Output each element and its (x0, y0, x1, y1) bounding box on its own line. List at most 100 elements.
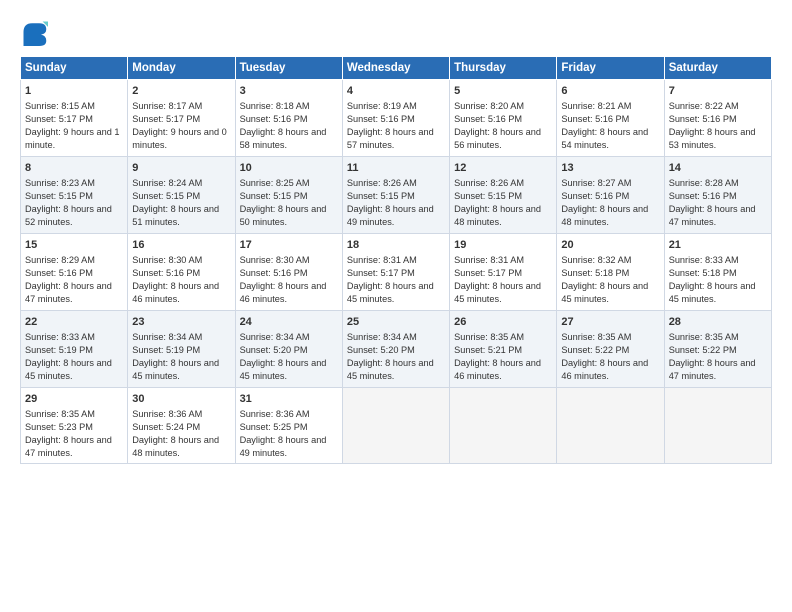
cell-week1-saturday: 7Sunrise: 8:22 AM Sunset: 5:16 PM Daylig… (664, 80, 771, 157)
day-number: 15 (25, 238, 123, 253)
cell-week1-sunday: 1Sunrise: 8:15 AM Sunset: 5:17 PM Daylig… (21, 80, 128, 157)
day-info: Daylight: 8 hours (669, 281, 738, 291)
day-info: Sunrise: 8:32 AM (561, 255, 631, 265)
day-number: 14 (669, 161, 767, 176)
day-number: 28 (669, 315, 767, 330)
day-info: Sunset: 5:16 PM (669, 114, 737, 124)
day-info: Sunset: 5:19 PM (25, 345, 93, 355)
day-number: 17 (240, 238, 338, 253)
day-info: Daylight: 9 hours (25, 127, 94, 137)
day-info: Sunrise: 8:30 AM (240, 255, 310, 265)
day-info: Sunrise: 8:36 AM (240, 409, 310, 419)
day-info: Daylight: 8 hours (454, 281, 523, 291)
day-info: Sunrise: 8:31 AM (347, 255, 417, 265)
day-info: Sunrise: 8:35 AM (25, 409, 95, 419)
day-info: Daylight: 8 hours (347, 204, 416, 214)
day-info: Daylight: 8 hours (240, 281, 309, 291)
day-info: Sunset: 5:21 PM (454, 345, 522, 355)
day-info: Daylight: 8 hours (240, 127, 309, 137)
day-info: Sunrise: 8:18 AM (240, 101, 310, 111)
day-info: Sunset: 5:25 PM (240, 422, 308, 432)
day-info: Sunset: 5:16 PM (240, 268, 308, 278)
cell-week2-wednesday: 11Sunrise: 8:26 AM Sunset: 5:15 PM Dayli… (342, 156, 449, 233)
day-info: Daylight: 8 hours (25, 281, 94, 291)
day-info: Sunset: 5:23 PM (25, 422, 93, 432)
day-info: Sunset: 5:24 PM (132, 422, 200, 432)
day-info: Daylight: 8 hours (669, 204, 738, 214)
cell-week4-sunday: 22Sunrise: 8:33 AM Sunset: 5:19 PM Dayli… (21, 310, 128, 387)
day-info: Daylight: 8 hours (454, 204, 523, 214)
cell-week5-friday (557, 387, 664, 464)
col-header-thursday: Thursday (450, 57, 557, 80)
day-info: Sunset: 5:19 PM (132, 345, 200, 355)
day-info: Daylight: 8 hours (669, 127, 738, 137)
day-info: Sunset: 5:16 PM (561, 191, 629, 201)
cell-week3-tuesday: 17 Sunrise: 8:30 AM Sunset: 5:16 PM Dayli… (235, 233, 342, 310)
day-info: Daylight: 8 hours (132, 435, 201, 445)
day-info: Daylight: 8 hours (25, 358, 94, 368)
cell-week5-wednesday (342, 387, 449, 464)
calendar-table: SundayMondayTuesdayWednesdayThursdayFrid… (20, 56, 772, 464)
cell-week4-friday: 27Sunrise: 8:35 AM Sunset: 5:22 PM Dayli… (557, 310, 664, 387)
day-info: Daylight: 8 hours (454, 358, 523, 368)
day-info: Sunset: 5:20 PM (240, 345, 308, 355)
day-info: Sunset: 5:18 PM (561, 268, 629, 278)
day-number: 21 (669, 238, 767, 253)
calendar-body: 1Sunrise: 8:15 AM Sunset: 5:17 PM Daylig… (21, 80, 772, 464)
cell-week5-tuesday: 31Sunrise: 8:36 AM Sunset: 5:25 PM Dayli… (235, 387, 342, 464)
day-info: Sunrise: 8:22 AM (669, 101, 739, 111)
cell-week2-thursday: 12 Sunrise: 8:26 AM Sunset: 5:15 PM Dayli… (450, 156, 557, 233)
day-number: 2 (132, 84, 230, 99)
day-info: Sunset: 5:17 PM (347, 268, 415, 278)
day-info: Sunrise: 8:19 AM (347, 101, 417, 111)
day-info: Sunrise: 8:27 AM (561, 178, 631, 188)
cell-week4-thursday: 26Sunrise: 8:35 AM Sunset: 5:21 PM Dayli… (450, 310, 557, 387)
day-number: 8 (25, 161, 123, 176)
day-info: Daylight: 8 hours (347, 281, 416, 291)
day-info: Daylight: 8 hours (240, 358, 309, 368)
col-header-friday: Friday (557, 57, 664, 80)
day-info: Daylight: 8 hours (561, 127, 630, 137)
day-number: 1 (25, 84, 123, 99)
day-info: Sunrise: 8:28 AM (669, 178, 739, 188)
day-info: Sunrise: 8:34 AM (240, 332, 310, 342)
day-info: Sunset: 5:17 PM (25, 114, 93, 124)
day-number: 20 (561, 238, 659, 253)
cell-week2-saturday: 14 Sunrise: 8:28 AM Sunset: 5:16 PM Dayli… (664, 156, 771, 233)
col-header-sunday: Sunday (21, 57, 128, 80)
week-row-3: 15Sunrise: 8:29 AM Sunset: 5:16 PM Dayli… (21, 233, 772, 310)
cell-week2-monday: 9Sunrise: 8:24 AM Sunset: 5:15 PM Daylig… (128, 156, 235, 233)
cell-week4-saturday: 28Sunrise: 8:35 AM Sunset: 5:22 PM Dayli… (664, 310, 771, 387)
day-info: Sunset: 5:22 PM (561, 345, 629, 355)
day-info: Sunrise: 8:23 AM (25, 178, 95, 188)
cell-week1-tuesday: 3Sunrise: 8:18 AM Sunset: 5:16 PM Daylig… (235, 80, 342, 157)
cell-week2-tuesday: 10Sunrise: 8:25 AM Sunset: 5:15 PM Dayli… (235, 156, 342, 233)
week-row-1: 1Sunrise: 8:15 AM Sunset: 5:17 PM Daylig… (21, 80, 772, 157)
cell-week5-saturday (664, 387, 771, 464)
day-number: 18 (347, 238, 445, 253)
day-info: Sunset: 5:15 PM (132, 191, 200, 201)
cell-week4-tuesday: 24Sunrise: 8:34 AM Sunset: 5:20 PM Dayli… (235, 310, 342, 387)
day-number: 23 (132, 315, 230, 330)
logo (20, 18, 52, 46)
day-info: Sunset: 5:16 PM (25, 268, 93, 278)
day-info: Sunset: 5:16 PM (669, 191, 737, 201)
day-info: Sunset: 5:22 PM (669, 345, 737, 355)
day-number: 3 (240, 84, 338, 99)
day-info: Sunset: 5:16 PM (454, 114, 522, 124)
day-info: Sunset: 5:15 PM (240, 191, 308, 201)
day-info: Sunrise: 8:21 AM (561, 101, 631, 111)
day-number: 5 (454, 84, 552, 99)
day-info: Sunset: 5:15 PM (454, 191, 522, 201)
cell-week5-thursday (450, 387, 557, 464)
cell-week3-sunday: 15Sunrise: 8:29 AM Sunset: 5:16 PM Dayli… (21, 233, 128, 310)
day-info: Sunrise: 8:17 AM (132, 101, 202, 111)
day-number: 12 (454, 161, 552, 176)
day-info: Sunrise: 8:20 AM (454, 101, 524, 111)
day-info: Sunrise: 8:34 AM (132, 332, 202, 342)
day-info: Sunset: 5:17 PM (454, 268, 522, 278)
day-info: Sunrise: 8:26 AM (454, 178, 524, 188)
day-info: Sunset: 5:16 PM (561, 114, 629, 124)
col-header-wednesday: Wednesday (342, 57, 449, 80)
cell-week2-friday: 13Sunrise: 8:27 AM Sunset: 5:16 PM Dayli… (557, 156, 664, 233)
